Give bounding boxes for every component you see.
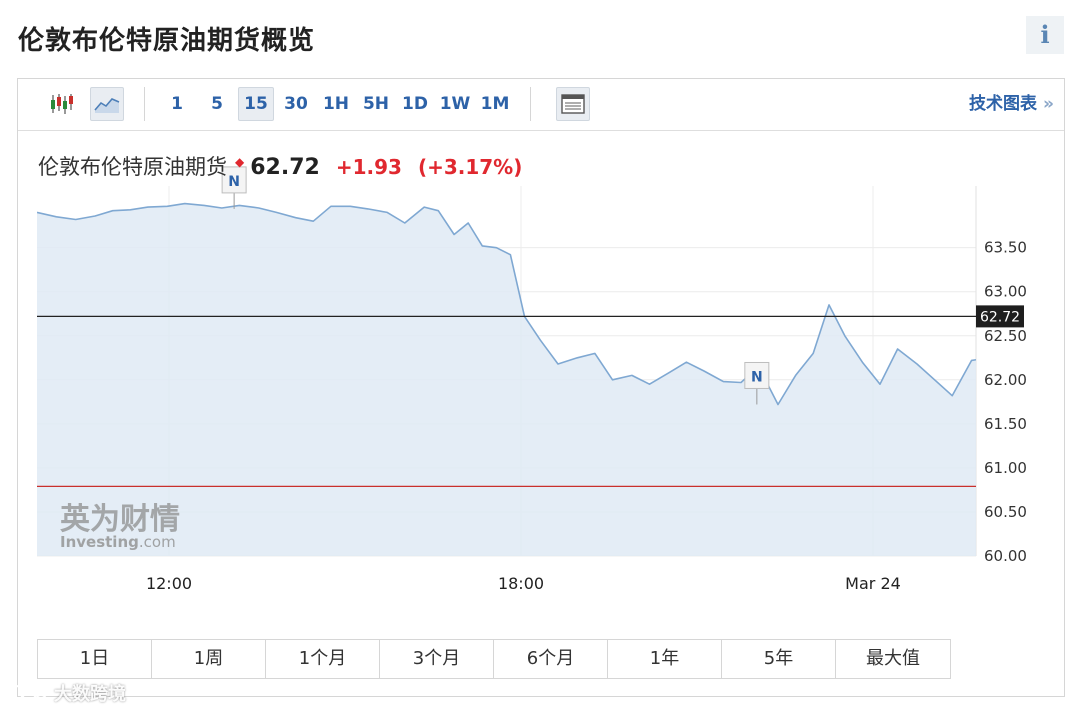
chart-widget: 1 5 15 30 1H 5H 1D 1W 1M 技术图表» 英为财情 Inve…	[17, 78, 1065, 697]
last-price-tag: 62.72	[976, 305, 1024, 328]
info-button[interactable]: i	[1026, 16, 1064, 54]
watermark-text: 大数跨境	[54, 684, 126, 705]
range-1y[interactable]: 1年	[608, 640, 722, 678]
y-tick-label: 62.50	[984, 327, 1027, 345]
chart-logo-en: Investing.com	[60, 533, 176, 551]
x-axis: 12:0018:00Mar 2406:0012:00	[146, 574, 901, 593]
last-price-tag-label: 62.72	[980, 309, 1020, 325]
x-tick-label: 12:00	[146, 574, 192, 593]
y-tick-label: 62.00	[984, 371, 1027, 389]
x-tick-label: Mar 24	[845, 574, 901, 593]
range-6m[interactable]: 6个月	[494, 640, 608, 678]
y-tick-label: 61.00	[984, 459, 1027, 477]
page-title: 伦敦布伦特原油期货概览	[18, 26, 316, 56]
range-1m[interactable]: 1个月	[266, 640, 380, 678]
time-range-bar: 1日 1周 1个月 3个月 6个月 1年 5年 最大值	[37, 639, 951, 679]
news-marker-label: N	[751, 369, 763, 385]
range-1d[interactable]: 1日	[38, 640, 152, 678]
price-change-pct: (+3.17%)	[417, 155, 523, 179]
up-arrow-icon: ◆	[235, 155, 245, 169]
price-change: +1.93	[335, 155, 402, 179]
watermark-logo-icon	[8, 685, 47, 701]
range-1w[interactable]: 1周	[152, 640, 266, 678]
range-max[interactable]: 最大值	[836, 640, 950, 678]
x-tick-label: 18:00	[498, 574, 544, 593]
last-price: 62.72	[250, 155, 320, 180]
quote-header: 伦敦布伦特原油期货 ◆ 62.72 +1.93 (+3.17%)	[38, 151, 522, 181]
chart-logo-cn: 英为财情	[60, 502, 180, 537]
range-5y[interactable]: 5年	[722, 640, 836, 678]
instrument-name: 伦敦布伦特原油期货	[38, 155, 227, 179]
y-tick-label: 60.50	[984, 503, 1027, 521]
y-tick-label: 63.50	[984, 239, 1027, 257]
corner-watermark: 大数跨境	[8, 680, 126, 706]
y-tick-label: 63.00	[984, 283, 1027, 301]
y-axis: 63.50 63.00 62.50 62.00 61.50 61.00 60.50 60.00…	[976, 239, 1027, 565]
y-tick-label: 60.00	[984, 547, 1027, 565]
y-tick-label: 61.50	[984, 415, 1027, 433]
range-3m[interactable]: 3个月	[380, 640, 494, 678]
chart-logo: 英为财情 Investing.com	[60, 502, 180, 551]
